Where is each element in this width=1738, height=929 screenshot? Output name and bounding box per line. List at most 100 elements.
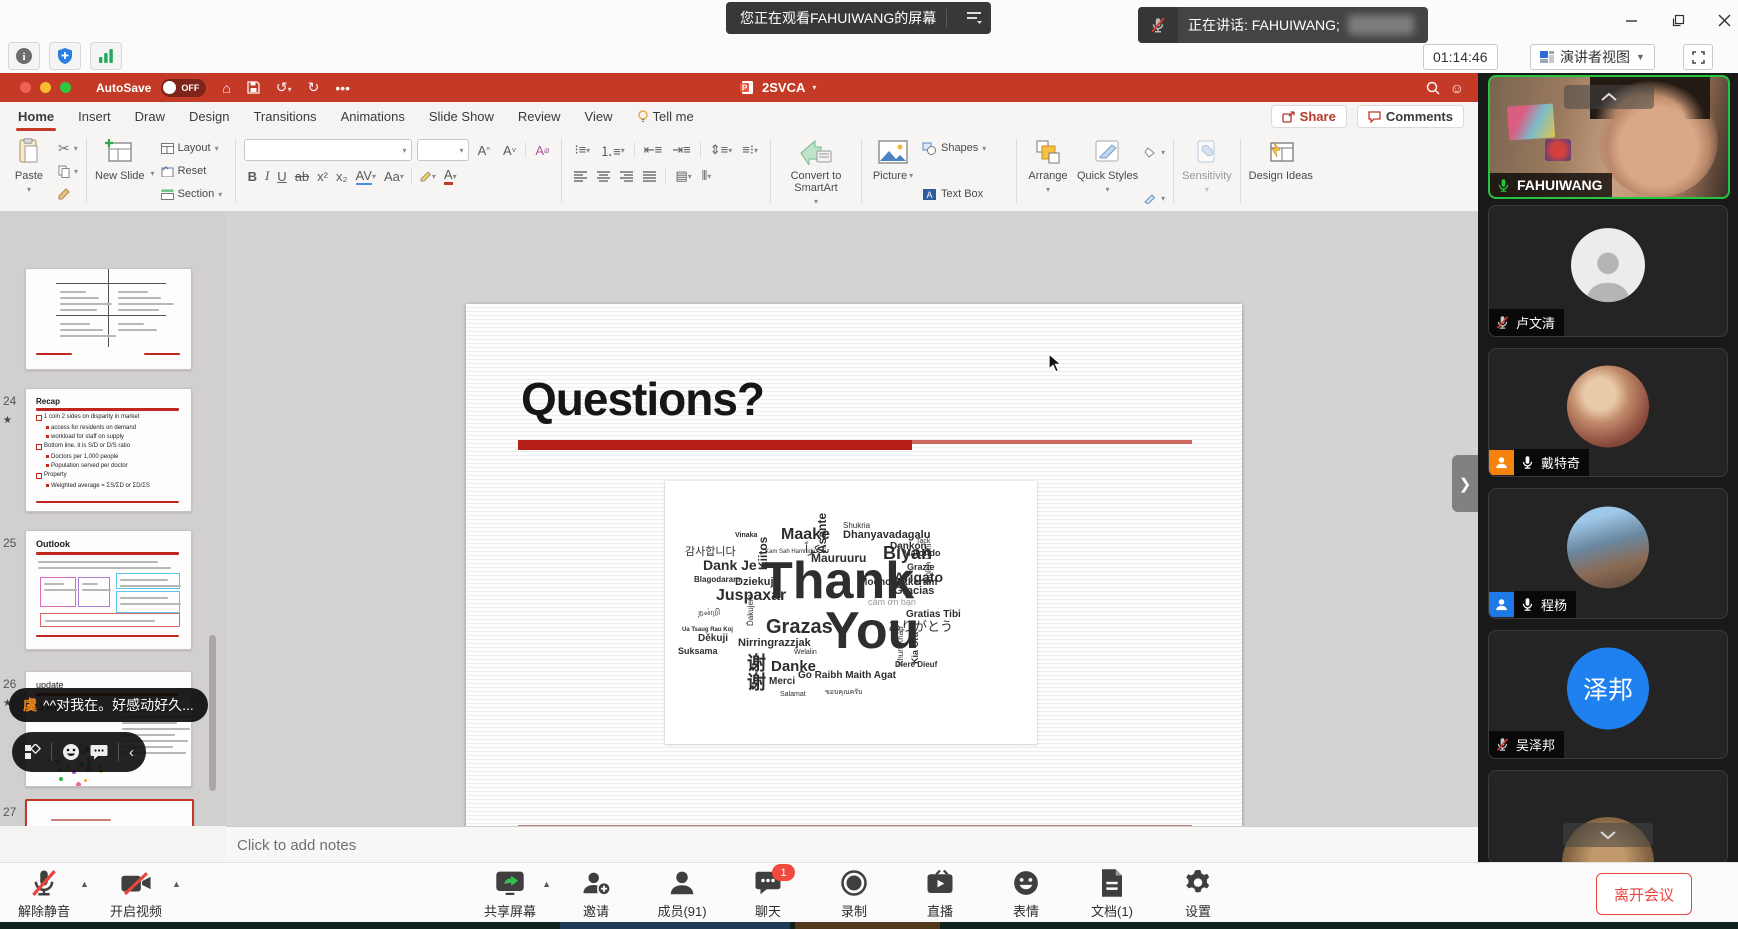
window-minimize-button[interactable] [1616,8,1646,32]
quick-styles-button[interactable]: Quick Styles ▾ [1077,137,1138,194]
network-signal-icon[interactable] [90,42,122,70]
participant-tile-more[interactable] [1488,770,1728,864]
increase-font-button[interactable]: A^ [474,143,494,158]
slide-thumbnail-partial[interactable] [25,268,192,370]
share-button[interactable]: Share [1271,105,1347,128]
italic-button[interactable]: I [261,168,273,184]
tab-slide-show[interactable]: Slide Show [417,102,506,131]
fullscreen-button[interactable] [1683,44,1713,70]
slide-thumbnail-25[interactable]: Outlook [25,530,192,650]
search-icon[interactable] [1426,81,1440,95]
participant-tile-FAHUIWANG[interactable]: FAHUIWANG [1488,75,1730,199]
slide-thumbnail-27[interactable]: ThankYou [25,799,194,826]
tab-transitions[interactable]: Transitions [241,102,328,131]
mac-zoom-button[interactable] [60,82,71,93]
toolbar-unmute-button[interactable]: 解除静音 [8,868,80,920]
window-maximize-button[interactable] [1663,8,1693,32]
align-center-button[interactable] [593,171,614,182]
paste-button[interactable]: Paste ▾ [6,137,52,194]
copy-button[interactable]: ▾ [58,162,78,180]
columns-button[interactable]: ▤▾ [671,168,695,184]
design-ideas-button[interactable]: Design Ideas [1249,137,1313,182]
clear-formatting-button[interactable]: A⌀ [531,143,553,158]
shapes-button[interactable]: Shapes▾ [922,139,1008,157]
comments-button[interactable]: Comments [1357,105,1464,128]
text-direction-button[interactable]: ≡⁝▾ [738,142,762,158]
increase-indent-button[interactable]: ⇥≡ [668,142,694,158]
leave-meeting-button[interactable]: 离开会议 [1596,873,1692,915]
align-right-button[interactable] [616,171,637,182]
decrease-font-button[interactable]: A˅ [499,143,520,158]
tab-view[interactable]: View [573,102,625,131]
view-mode-button[interactable]: 演讲者视图 ▼ [1530,44,1655,70]
tab-draw[interactable]: Draw [123,102,177,131]
layout-grid-icon[interactable] [24,744,41,761]
font-name-select[interactable]: ▾ [244,139,412,161]
expand-caret-icon[interactable]: ▲ [80,879,89,889]
emoji-reaction-icon[interactable] [62,743,80,761]
new-slide-button[interactable]: New Slide [95,137,145,182]
align-text-button[interactable]: ⫴▾ [698,168,715,184]
security-shield-icon[interactable] [49,42,81,70]
thumbnail-scrollbar[interactable] [209,635,216,791]
chat-message-toast[interactable]: 虞 ^^对我在。好感动好久... [9,688,208,722]
toolbar-live-button[interactable]: 直播 [897,868,983,920]
toolbar-record-button[interactable]: 录制 [811,868,897,920]
shape-outline-button[interactable]: ▾ [1144,189,1165,207]
change-case-button[interactable]: Aa▾ [380,169,408,184]
shape-fill-button[interactable]: ▾ [1144,143,1165,161]
reset-button[interactable]: Reset [161,162,227,180]
cut-button[interactable]: ✂▾ [58,139,78,157]
collapse-toolbar-icon[interactable]: ‹ [129,744,134,761]
undo-button[interactable]: ↺▾ [276,79,292,96]
tab-tell-me[interactable]: Tell me [625,102,706,131]
mac-close-button[interactable] [20,82,31,93]
more-commands-icon[interactable]: ••• [335,80,350,96]
font-color-button[interactable]: A▾ [440,167,461,185]
tab-design[interactable]: Design [177,102,241,131]
superscript-button[interactable]: x² [313,169,332,184]
toolbar-chat-button[interactable]: 1聊天 [725,868,811,920]
toolbar-start-video-button[interactable]: 开启视频 [100,868,172,920]
align-left-button[interactable] [570,171,591,182]
scroll-down-chevron[interactable] [1563,823,1653,847]
text-box-button[interactable]: AText Box [922,185,1008,203]
text-highlight-button[interactable]: ▾ [415,170,440,182]
format-painter-button[interactable] [58,185,78,203]
subscript-button[interactable]: x₂ [332,169,352,184]
autosave-toggle[interactable]: OFF [161,79,206,97]
arrange-button[interactable]: Arrange ▾ [1025,137,1071,194]
toolbar-screen-share-button[interactable]: 共享屏幕▲ [467,868,553,920]
slide-thumbnail-24[interactable]: Recap1 coin 2 sides on disparity in mark… [25,388,192,512]
character-spacing-button[interactable]: AV▾ [352,168,380,185]
expand-caret-icon[interactable]: ▲ [172,879,181,889]
thank-you-wordcloud-image[interactable]: ThankYouGrazasMaake감사합니다Dank JeKiitosAsa… [665,481,1037,744]
strikethrough-button[interactable]: ab [291,169,313,184]
meeting-info-icon[interactable]: i [8,42,40,70]
section-button[interactable]: Section▾ [161,185,227,203]
window-close-button[interactable] [1709,8,1738,32]
home-icon[interactable]: ⌂ [222,80,230,96]
participant-tile-程杨[interactable]: 程杨 [1488,488,1728,619]
notes-pane[interactable]: Click to add notes [226,826,1478,863]
toolbar-docs-button[interactable]: 文档(1) [1069,868,1155,920]
chat-bubble-icon[interactable] [90,744,108,760]
tab-animations[interactable]: Animations [329,102,417,131]
toolbar-settings-button[interactable]: 设置 [1155,868,1241,920]
tab-review[interactable]: Review [506,102,573,131]
tab-home[interactable]: Home [6,102,66,131]
toolbar-invite-button[interactable]: 邀请 [553,868,639,920]
scroll-up-chevron[interactable] [1564,85,1654,109]
banner-menu-icon[interactable] [957,2,991,34]
decrease-indent-button[interactable]: ⇤≡ [640,142,666,158]
font-size-select[interactable]: ▾ [417,139,469,161]
layout-button[interactable]: Layout▾ [161,139,227,157]
participant-tile-吴泽邦[interactable]: 泽邦吴泽邦 [1488,630,1728,759]
sensitivity-button[interactable]: Sensitivity ▾ [1182,137,1232,194]
mac-minimize-button[interactable] [40,82,51,93]
toolbar-emoji-button[interactable]: 表情 [983,868,1069,920]
picture-button[interactable]: Picture▾ [870,137,916,182]
numbering-button[interactable]: ⒈≡▾ [596,141,629,160]
bullets-button[interactable]: ⁝≡▾ [570,142,594,158]
convert-to-smartart-button[interactable]: Convert to SmartArt ▾ [779,137,853,206]
